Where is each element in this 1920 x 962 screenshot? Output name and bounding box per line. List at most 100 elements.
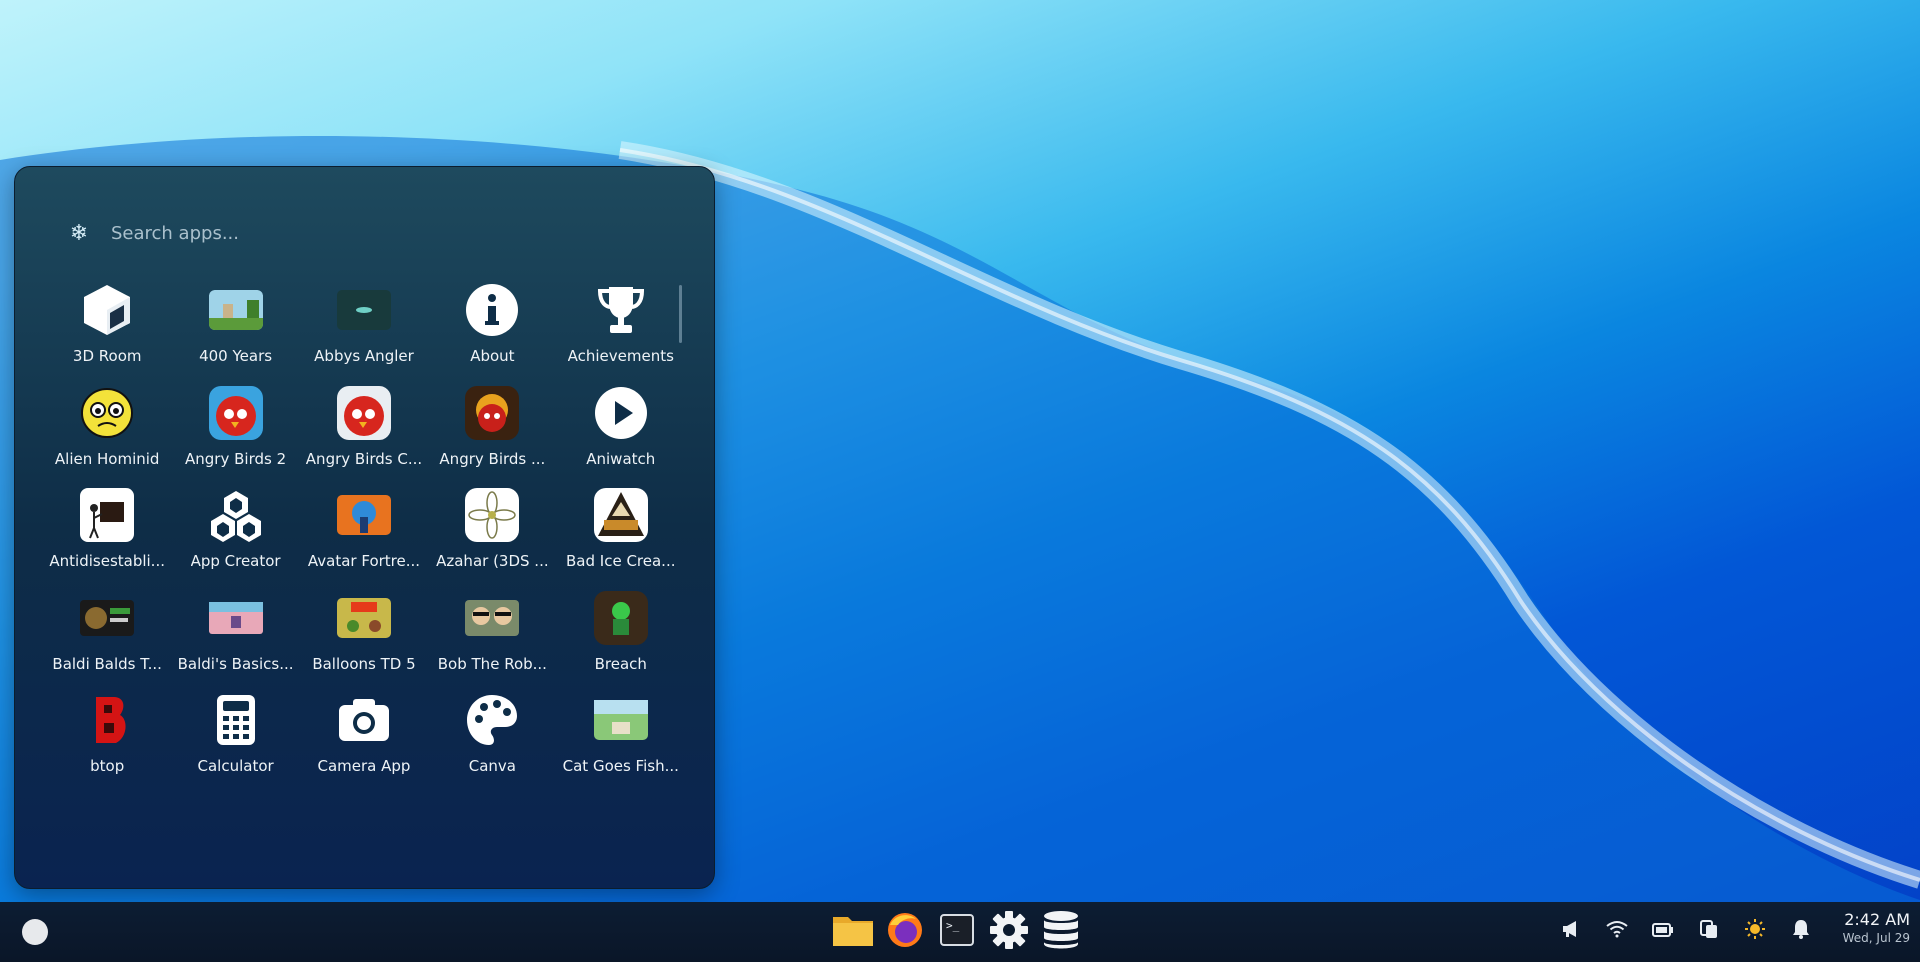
database-icon bbox=[1043, 910, 1079, 954]
firefox-button[interactable] bbox=[882, 910, 928, 954]
app-tile[interactable]: About bbox=[428, 279, 556, 382]
palette-icon bbox=[465, 693, 519, 747]
app-label: Alien Hominid bbox=[54, 449, 160, 468]
app-label: Bob The Rob... bbox=[437, 654, 547, 673]
wifi-icon bbox=[1606, 920, 1628, 942]
app-label: Baldi's Basics... bbox=[177, 654, 294, 673]
files-button[interactable] bbox=[830, 910, 876, 954]
app-tile[interactable]: Cat Goes Fish... bbox=[557, 689, 683, 792]
announcements-button[interactable] bbox=[1558, 918, 1584, 944]
breach-game-icon bbox=[593, 590, 648, 645]
app-label: Avatar Fortre... bbox=[307, 552, 421, 570]
alien-face-icon bbox=[80, 386, 134, 440]
app-label: btop bbox=[90, 757, 125, 775]
app-tile[interactable]: App Creator bbox=[171, 484, 299, 587]
app-label: Aniwatch bbox=[586, 449, 656, 468]
app-tile[interactable]: 3D Room bbox=[43, 279, 171, 382]
snowflake-icon: ❄ bbox=[69, 220, 89, 246]
camera-icon bbox=[337, 693, 391, 747]
app-label: Abbys Angler bbox=[314, 347, 414, 365]
app-label: 3D Room bbox=[72, 347, 142, 365]
system-tray bbox=[1558, 918, 1814, 944]
app-tile[interactable]: Canva bbox=[428, 689, 556, 792]
clock-time: 2:42 AM bbox=[1844, 910, 1910, 929]
clock[interactable]: 2:42 AM Wed, Jul 29 bbox=[1810, 910, 1910, 945]
balloons-game-icon bbox=[336, 591, 391, 645]
app-tile[interactable]: Antidisestabli... bbox=[43, 484, 171, 587]
brightness-button[interactable] bbox=[1742, 918, 1768, 944]
clipboard-button[interactable] bbox=[1696, 918, 1722, 944]
app-label: Antidisestabli... bbox=[49, 552, 165, 570]
flower-icon bbox=[465, 488, 520, 542]
trophy-icon bbox=[594, 283, 648, 337]
database-button[interactable] bbox=[1038, 910, 1084, 954]
app-tile[interactable]: Alien Hominid bbox=[43, 382, 171, 485]
app-label: 400 Years bbox=[199, 347, 273, 365]
app-tile[interactable]: Balloons TD 5 bbox=[300, 587, 428, 690]
settings-button[interactable] bbox=[986, 910, 1032, 954]
app-tile[interactable]: Angry Birds 2 bbox=[171, 382, 299, 485]
ice-cream-game-icon bbox=[593, 488, 648, 542]
search-bar: ❄ bbox=[65, 215, 665, 251]
app-tile[interactable]: Angry Birds C... bbox=[300, 382, 428, 485]
app-tile[interactable]: Calculator bbox=[171, 689, 299, 792]
avatar-game-icon bbox=[336, 488, 391, 542]
cubes-icon bbox=[209, 488, 263, 542]
app-label: Achievements bbox=[567, 347, 674, 365]
app-tile[interactable]: Bad Ice Crea... bbox=[557, 484, 683, 587]
app-tile[interactable]: Bob The Rob... bbox=[428, 587, 556, 690]
megaphone-icon bbox=[1561, 919, 1581, 943]
underwater-icon bbox=[336, 283, 391, 337]
app-label: Bad Ice Crea... bbox=[566, 552, 676, 570]
app-tile[interactable]: btop bbox=[43, 689, 171, 792]
app-tile[interactable]: Angry Birds ... bbox=[428, 382, 556, 485]
app-tile[interactable]: Breach bbox=[557, 587, 683, 690]
app-tile[interactable]: Aniwatch bbox=[557, 382, 683, 485]
terminal-icon: >_ bbox=[940, 914, 974, 950]
firefox-icon bbox=[886, 911, 924, 953]
app-tile[interactable]: Abbys Angler bbox=[300, 279, 428, 382]
app-label: Baldi Balds T... bbox=[52, 654, 162, 673]
app-label: Angry Birds ... bbox=[439, 449, 546, 468]
red-bird-icon bbox=[336, 385, 391, 440]
robber-game-icon bbox=[465, 591, 520, 645]
app-label: Calculator bbox=[197, 757, 274, 775]
search-input[interactable] bbox=[109, 221, 633, 245]
app-launcher: ❄ 3D Room 400 Years Abbys Angler bbox=[14, 166, 715, 889]
app-label: Camera App bbox=[317, 757, 411, 775]
play-icon bbox=[594, 386, 648, 440]
folder-icon bbox=[832, 913, 874, 951]
app-label: About bbox=[470, 347, 515, 365]
gear-icon bbox=[989, 910, 1029, 954]
battery-icon bbox=[1652, 922, 1674, 941]
terminal-button[interactable]: >_ bbox=[934, 910, 980, 954]
btop-icon bbox=[80, 693, 134, 747]
app-label: Angry Birds 2 bbox=[185, 449, 287, 468]
terminal-glyph: >_ bbox=[946, 919, 960, 932]
dock: >_ bbox=[830, 910, 1084, 954]
app-tile[interactable]: Azahar (3DS ... bbox=[428, 484, 556, 587]
info-icon bbox=[465, 283, 519, 337]
baldi-game-icon bbox=[80, 591, 135, 645]
app-tile[interactable]: Baldi Balds T... bbox=[43, 587, 171, 690]
battery-button[interactable] bbox=[1650, 918, 1676, 944]
start-button[interactable] bbox=[22, 919, 48, 945]
cube-icon bbox=[80, 283, 134, 337]
bell-icon bbox=[1792, 919, 1810, 943]
app-label: Breach bbox=[594, 654, 647, 673]
wifi-button[interactable] bbox=[1604, 918, 1630, 944]
app-grid-scrollbar[interactable] bbox=[679, 285, 682, 343]
classroom-game-icon bbox=[208, 591, 263, 645]
app-tile[interactable]: Avatar Fortre... bbox=[300, 484, 428, 587]
app-tile[interactable]: Baldi's Basics... bbox=[171, 587, 299, 690]
clipboard-icon bbox=[1700, 919, 1718, 943]
app-tile[interactable]: 400 Years bbox=[171, 279, 299, 382]
red-bird-icon bbox=[208, 385, 263, 440]
app-tile[interactable]: Achievements bbox=[557, 279, 683, 382]
app-label: Canva bbox=[468, 757, 516, 775]
app-label: Angry Birds C... bbox=[305, 449, 423, 468]
app-label: App Creator bbox=[190, 552, 281, 570]
app-grid: 3D Room 400 Years Abbys Angler About Ach… bbox=[43, 279, 683, 799]
app-tile[interactable]: Camera App bbox=[300, 689, 428, 792]
pixel-scene-icon bbox=[208, 283, 263, 337]
